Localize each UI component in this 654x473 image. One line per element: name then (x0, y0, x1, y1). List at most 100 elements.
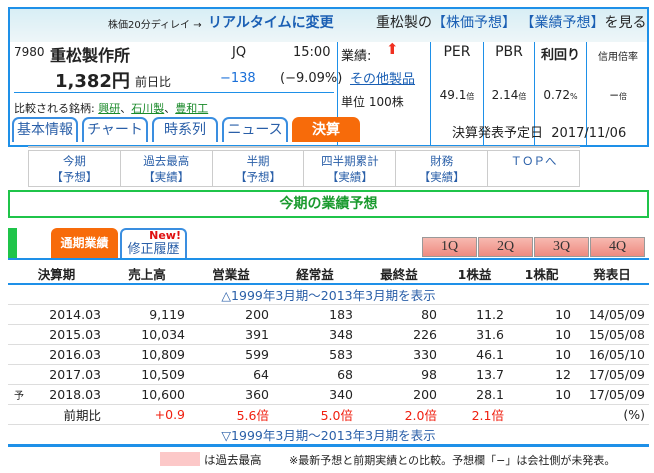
sector-link[interactable]: その他製品 (350, 68, 415, 87)
arrow-up-icon: ⬆ (386, 40, 399, 58)
realtime-link[interactable]: リアルタイムに変更 (208, 12, 334, 32)
table-header: 決算期 売上高 営業益 経常益 最終益 1株益 1株配 発表日 (8, 264, 649, 284)
forecast-marker (8, 304, 30, 325)
cell: 200 (357, 384, 441, 405)
cell: 2.1倍 (441, 404, 508, 425)
subnav-financials[interactable]: 財務 【実績】 (396, 151, 489, 186)
compare-link[interactable]: 興研 (98, 102, 120, 115)
tab-chart[interactable]: チャート (82, 117, 148, 142)
section-marker (8, 228, 17, 259)
cell: 28.1 (441, 384, 508, 405)
time: 15:00 (293, 45, 331, 60)
col-dividend: 1株配 (524, 267, 559, 282)
table-row: 2014.03 9,119 200 183 80 11.2 10 14/05/09 (8, 304, 649, 325)
tab-time-series[interactable]: 時系列 (152, 117, 218, 142)
delay-note: 株価20分ディレイ → (108, 20, 202, 31)
value: 0.72 (543, 88, 571, 102)
announce-date: 決算発表予定日 2017/11/06 (452, 122, 626, 141)
earnings-forecast-link[interactable]: 【業績予想】 (520, 15, 604, 31)
sep: 、 (164, 102, 176, 115)
cell: 64 (189, 364, 273, 385)
new-badge: New! (149, 229, 181, 242)
cell: 583 (273, 344, 357, 365)
cell: 200 (189, 304, 273, 325)
cell: 10 (508, 344, 575, 365)
cell: 2016.03 (30, 344, 105, 365)
cell: 360 (189, 384, 273, 405)
unit: % (570, 92, 578, 101)
tab-basic-info[interactable]: 基本情報 (12, 117, 78, 142)
compare-label: 前期比 (30, 404, 105, 425)
cell: 10 (508, 304, 575, 325)
footer-note: ※最新予想と前期実績との比較。予想欄「−」は会社側が未発表。 (289, 454, 616, 467)
cell: 2.0倍 (357, 404, 441, 425)
compare-row: 前期比 +0.9 5.6倍 5.0倍 2.0倍 2.1倍 (%) (8, 404, 649, 425)
col-period: 決算期 (37, 267, 76, 282)
price: 1,382円 (55, 71, 130, 92)
unit: 倍 (518, 92, 527, 101)
change-pct: (−9.09%) (280, 71, 343, 86)
tab-news[interactable]: ニュース (222, 117, 288, 142)
expand-older-link-bottom[interactable]: ▽1999年3月期～2013年3月期を表示 (8, 424, 649, 446)
forecast-links: 重松製の【株価予想】 【業績予想】を見る (376, 12, 646, 32)
cell: 226 (357, 324, 441, 345)
table-row: 2016.03 10,809 599 583 330 46.1 10 16/05/10 (8, 344, 649, 365)
tab-revision-history[interactable]: New! 修正履歴 (120, 228, 187, 259)
cell: 10,509 (105, 364, 189, 385)
margin-ratio-label: 信用倍率 (598, 52, 638, 63)
quarter-2q-button[interactable]: 2Q (478, 237, 533, 257)
tab-earnings[interactable]: 決算 (292, 117, 360, 142)
cell: +0.9 (105, 404, 189, 425)
cell: 10,600 (105, 384, 189, 405)
cell: 2018.03 (30, 384, 105, 405)
divider (14, 92, 334, 93)
cell: 10 (508, 324, 575, 345)
cell: 5.0倍 (273, 404, 357, 425)
sub-navigation: 今期 【予想】 過去最高 【実績】 半期 【予想】 四半期累計 【実績】 財務 【実績】 … (28, 150, 580, 187)
col-net: 最終益 (380, 267, 418, 282)
record-high-swatch (160, 452, 200, 466)
stock-name: 重松製作所 (50, 46, 131, 65)
cell: 330 (357, 344, 441, 365)
cell: 31.6 (441, 324, 508, 345)
col-operating: 営業益 (212, 267, 250, 282)
col-date: 発表日 (593, 267, 631, 282)
per-label: PER (443, 44, 471, 60)
quarter-3q-button[interactable]: 3Q (534, 237, 589, 257)
cell: 17/05/09 (575, 364, 649, 385)
subnav-top[interactable]: ＴＯＰへ (488, 151, 579, 186)
revision-label: 修正履歴 (127, 242, 180, 257)
forecast-marker (8, 344, 30, 365)
quarter-4q-button[interactable]: 4Q (590, 237, 645, 257)
tab-annual-results[interactable]: 通期業績 (51, 228, 118, 259)
compare-link[interactable]: 豊和工 (175, 102, 208, 115)
yield-label: 利回り (540, 48, 580, 63)
cell: 5.6倍 (189, 404, 273, 425)
change: −138 (220, 71, 256, 86)
subnav-record-high[interactable]: 過去最高 【実績】 (121, 151, 213, 186)
forecast-marker (8, 324, 30, 345)
compare-label: 比較される銘柄: (14, 102, 95, 115)
subnav-current-forecast[interactable]: 今期 【予想】 (29, 151, 121, 186)
cell: 2017.03 (30, 364, 105, 385)
divider (8, 258, 649, 260)
announce-value: 2017/11/06 (551, 126, 627, 141)
subnav-quarterly[interactable]: 四半期累計 【実績】 (304, 151, 397, 186)
section-title: 今期の業績予想 (8, 190, 649, 218)
market: JQ (232, 45, 247, 60)
stock-forecast-link[interactable]: 【株価予想】 (432, 15, 516, 31)
legend-text: は過去最高 (204, 453, 262, 467)
value: 2.14 (491, 88, 519, 102)
cell: 9,119 (105, 304, 189, 325)
cell: 17/05/09 (575, 384, 649, 405)
expand-older-link[interactable]: △1999年3月期～2013年3月期を表示 (8, 284, 649, 305)
unit: 単位 100株 (341, 95, 404, 109)
cell: 2014.03 (30, 304, 105, 325)
announce-label: 決算発表予定日 (452, 126, 544, 141)
cell: 13.7 (441, 364, 508, 385)
compare-link[interactable]: 石川製 (131, 102, 164, 115)
subnav-half-year[interactable]: 半期 【予想】 (213, 151, 305, 186)
cell: 11.2 (441, 304, 508, 325)
cell: 14/05/09 (575, 304, 649, 325)
quarter-1q-button[interactable]: 1Q (422, 237, 477, 257)
